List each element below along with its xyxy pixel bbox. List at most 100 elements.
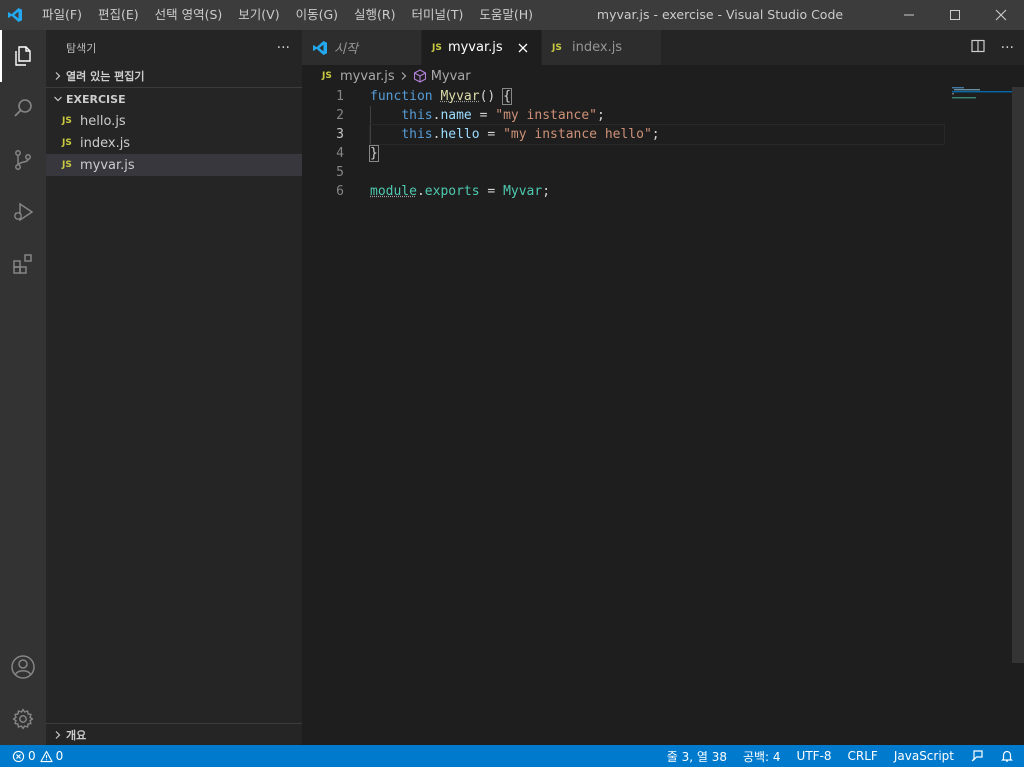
account-icon	[11, 655, 35, 679]
tab-myvar[interactable]: JS myvar.js	[422, 30, 542, 65]
menu-bar: 파일(F) 편집(E) 선택 영역(S) 보기(V) 이동(G) 실행(R) 터…	[30, 0, 541, 30]
run-debug-button[interactable]	[0, 186, 46, 238]
file-label: index.js	[80, 135, 131, 151]
maximize-button[interactable]	[932, 0, 978, 30]
js-icon: JS	[62, 116, 72, 126]
line-number: 3	[336, 127, 344, 142]
menu-selection[interactable]: 선택 영역(S)	[147, 0, 231, 30]
tab-index[interactable]: JS index.js	[542, 30, 662, 65]
close-tab-button[interactable]	[517, 40, 529, 56]
breadcrumb: JS myvar.js Myvar	[302, 65, 1024, 87]
tab-label: index.js	[572, 40, 623, 55]
open-editors-label: 열려 있는 편집기	[66, 70, 145, 83]
more-actions-icon[interactable]: ···	[1001, 40, 1014, 56]
tab-label: myvar.js	[447, 40, 503, 55]
file-item-index[interactable]: JS index.js	[46, 132, 302, 154]
errors-value: 0	[28, 749, 36, 763]
menu-run[interactable]: 실행(R)	[346, 0, 403, 30]
accounts-button[interactable]	[0, 641, 46, 693]
notifications-button[interactable]	[1000, 749, 1014, 763]
minimap[interactable]	[952, 87, 1012, 107]
menu-view[interactable]: 보기(V)	[230, 0, 287, 30]
file-label: hello.js	[80, 113, 126, 129]
encoding[interactable]: UTF-8	[797, 749, 832, 763]
folder-label: EXERCISE	[66, 92, 126, 106]
end-of-line[interactable]: CRLF	[848, 749, 878, 763]
code-line: function Myvar() {	[370, 88, 512, 105]
warnings-value: 0	[55, 749, 64, 763]
status-bar-right: 줄 3, 열 38 공백: 4 UTF-8 CRLF JavaScript	[667, 745, 1014, 767]
line-number: 5	[336, 165, 344, 180]
minimize-icon	[904, 14, 914, 16]
close-window-button[interactable]	[978, 0, 1024, 30]
manage-button[interactable]	[0, 693, 46, 745]
activity-bar-bottom	[0, 641, 46, 745]
menu-edit[interactable]: 편집(E)	[90, 0, 147, 30]
code-line: module.exports = Myvar;	[370, 184, 551, 199]
tab-bar: 시작 JS myvar.js JS index.js ···	[302, 30, 1024, 65]
explorer-sidebar: 탐색기 ··· 열려 있는 편집기 EXERCISE JS hello.js J…	[46, 30, 302, 745]
search-icon	[14, 99, 32, 117]
close-icon	[518, 43, 528, 52]
code-content[interactable]: function Myvar() { this.name = "my insta…	[369, 87, 945, 201]
editor-scrollbar[interactable]	[1012, 87, 1024, 663]
file-item-myvar[interactable]: JS myvar.js	[46, 154, 302, 176]
status-bar: 0 0 줄 3, 열 38 공백: 4 UTF-8 CRLF JavaScrip…	[0, 745, 1024, 767]
window-title: myvar.js - exercise - Visual Studio Code	[596, 7, 844, 22]
warning-icon	[40, 750, 53, 762]
indentation[interactable]: 공백: 4	[743, 748, 781, 765]
class-symbol-icon	[413, 69, 427, 83]
feedback-button[interactable]	[970, 749, 984, 763]
line-number: 6	[336, 184, 344, 199]
minimize-button[interactable]	[886, 0, 932, 30]
language-mode[interactable]: JavaScript	[894, 749, 954, 763]
vscode-logo-icon	[0, 0, 30, 30]
outline-label: 개요	[66, 728, 87, 742]
extensions-icon	[13, 254, 32, 274]
chevron-down-icon	[50, 94, 66, 104]
file-item-hello[interactable]: JS hello.js	[46, 110, 302, 132]
tab-label: 시작	[334, 42, 358, 57]
editor-actions: ···	[971, 30, 1014, 65]
js-icon: JS	[552, 42, 562, 53]
maximize-icon	[950, 10, 960, 20]
js-icon: JS	[322, 71, 332, 81]
vscode-logo-icon	[312, 40, 328, 56]
gear-icon	[12, 708, 34, 730]
window-controls	[886, 0, 1024, 30]
folder-section[interactable]: EXERCISE	[46, 88, 302, 110]
close-icon	[995, 9, 1007, 21]
menu-terminal[interactable]: 터미널(T)	[404, 0, 472, 30]
tab-welcome[interactable]: 시작	[302, 30, 422, 65]
activity-bar	[0, 30, 46, 745]
sidebar-header: 탐색기 ···	[46, 30, 302, 65]
source-control-icon	[15, 150, 31, 170]
code-line-current: this.hello = "my instance hello";	[369, 124, 945, 145]
errors-count: 0	[12, 749, 36, 763]
explorer-button[interactable]	[0, 30, 46, 82]
split-editor-button[interactable]	[971, 39, 985, 57]
problems-indicator[interactable]: 0 0	[0, 749, 63, 763]
source-control-button[interactable]	[0, 134, 46, 186]
breadcrumb-file[interactable]: myvar.js	[340, 69, 395, 84]
bell-icon	[1001, 750, 1013, 762]
chevron-right-icon	[50, 730, 66, 740]
chevron-right-icon	[399, 71, 409, 81]
sidebar-title: 탐색기	[66, 41, 97, 55]
open-editors-section[interactable]: 열려 있는 편집기	[46, 65, 302, 87]
outline-section[interactable]: 개요	[46, 723, 302, 745]
cursor-position[interactable]: 줄 3, 열 38	[667, 748, 727, 765]
menu-go[interactable]: 이동(G)	[288, 0, 346, 30]
code-editor[interactable]: 1 2 3 4 5 6 function Myvar() { this.name…	[302, 87, 1024, 745]
menu-help[interactable]: 도움말(H)	[471, 0, 541, 30]
search-button[interactable]	[0, 82, 46, 134]
files-icon	[15, 46, 31, 66]
more-actions-icon[interactable]: ···	[277, 40, 290, 56]
error-icon	[12, 750, 25, 762]
title-bar: 파일(F) 편집(E) 선택 영역(S) 보기(V) 이동(G) 실행(R) 터…	[0, 0, 1024, 30]
breadcrumb-symbol[interactable]: Myvar	[431, 69, 471, 84]
extensions-button[interactable]	[0, 238, 46, 290]
feedback-icon	[971, 750, 983, 762]
menu-file[interactable]: 파일(F)	[34, 0, 90, 30]
